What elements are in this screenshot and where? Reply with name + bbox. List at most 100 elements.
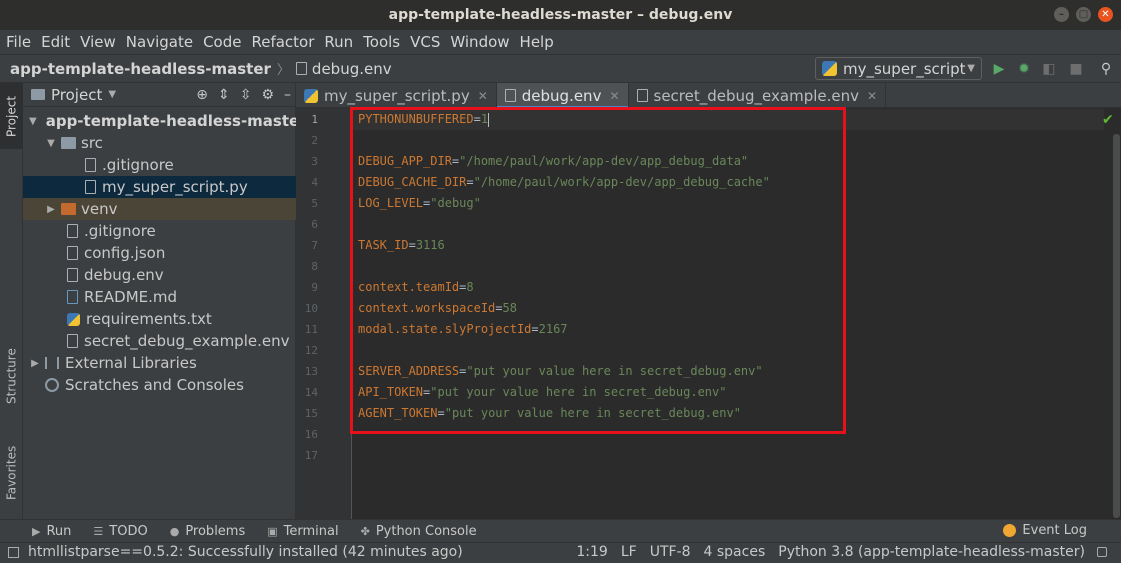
code-line[interactable]: context.workspaceId=58 — [358, 298, 517, 319]
event-log-button[interactable]: Event Log — [1003, 523, 1087, 538]
tree-item-requirements[interactable]: requirements.txt — [23, 308, 296, 330]
close-window-button[interactable]: ✕ — [1098, 7, 1113, 22]
code-line[interactable]: SERVER_ADDRESS="put your value here in s… — [358, 361, 763, 382]
tree-item-label: app-template-headless-master — [45, 112, 307, 130]
tree-item-src-gitignore[interactable]: .gitignore — [23, 154, 296, 176]
line-number: 5 — [311, 197, 318, 210]
code-line[interactable]: AGENT_TOKEN="put your value here in secr… — [358, 403, 741, 424]
tab-my-super-script[interactable]: my_super_script.py ✕ — [296, 83, 497, 108]
tree-item-readme[interactable]: README.md — [23, 286, 296, 308]
menu-tools[interactable]: Tools — [363, 33, 406, 51]
run-icon[interactable]: ▶ — [990, 60, 1008, 78]
tree-item-config-json[interactable]: config.json — [23, 242, 296, 264]
equals-sign: = — [466, 175, 474, 189]
gear-icon[interactable]: ⚙ — [261, 87, 274, 103]
tree-item-label: requirements.txt — [86, 310, 212, 328]
code-line[interactable]: DEBUG_APP_DIR="/home/paul/work/app-dev/a… — [358, 151, 748, 172]
run-tool-button[interactable]: ▶ Run — [32, 524, 71, 539]
tab-secret-debug-example[interactable]: secret_debug_example.env ✕ — [629, 83, 887, 108]
locate-file-icon[interactable]: ⊕ — [196, 87, 208, 103]
chevron-right-icon[interactable]: ▶ — [29, 358, 41, 369]
tree-item-secret-debug-example[interactable]: secret_debug_example.env — [23, 330, 296, 352]
code-editor[interactable]: PYTHONUNBUFFERED=1 DEBUG_APP_DIR="/home/… — [352, 108, 1104, 519]
code-line[interactable]: DEBUG_CACHE_DIR="/home/paul/work/app-dev… — [358, 172, 770, 193]
close-icon[interactable]: ✕ — [609, 89, 619, 103]
project-tool-tab[interactable]: Project — [0, 83, 23, 149]
line-number: 11 — [304, 323, 318, 336]
file-encoding[interactable]: UTF-8 — [650, 544, 691, 560]
menu-navigate[interactable]: Navigate — [126, 33, 199, 51]
hide-panel-icon[interactable]: – — [284, 87, 291, 103]
chevron-down-icon: ▼ — [967, 63, 975, 74]
tab-debug-env[interactable]: debug.env ✕ — [496, 83, 629, 109]
menu-refactor[interactable]: Refactor — [251, 33, 320, 51]
chevron-right-icon[interactable]: ▶ — [45, 204, 57, 215]
env-key: SERVER_ADDRESS — [358, 364, 460, 378]
toggle-tool-windows-icon[interactable] — [8, 546, 19, 558]
python-interpreter[interactable]: Python 3.8 (app-template-headless-master… — [778, 544, 1085, 560]
minimize-button[interactable]: – — [1054, 7, 1069, 22]
status-bar: htmllistparse==0.5.2: Successfully insta… — [0, 542, 1121, 563]
python-icon — [304, 88, 318, 103]
todo-tool-button[interactable]: ☰ TODO — [93, 524, 147, 539]
tree-item-my-super-script[interactable]: my_super_script.py — [23, 176, 296, 198]
env-value: "put your value here in secret_debug.env… — [444, 406, 741, 420]
project-view-select[interactable]: Project — [51, 86, 102, 104]
tree-item-gitignore[interactable]: .gitignore — [23, 220, 296, 242]
breadcrumb-file[interactable]: debug.env — [312, 60, 392, 78]
menu-file[interactable]: File — [6, 33, 37, 51]
debug-icon[interactable]: ✹ — [1015, 60, 1033, 78]
close-icon[interactable]: ✕ — [478, 89, 488, 103]
code-line[interactable]: LOG_LEVEL="debug" — [358, 193, 481, 214]
indent-setting[interactable]: 4 spaces — [704, 544, 766, 560]
checkmark-icon[interactable]: ✔ — [1102, 112, 1114, 128]
terminal-tool-button[interactable]: ▣ Terminal — [267, 524, 338, 539]
chevron-down-icon[interactable]: ▼ — [108, 89, 116, 100]
problems-tool-button[interactable]: ● Problems — [170, 524, 246, 539]
collapse-all-icon[interactable]: ⇳ — [240, 87, 252, 103]
menu-view[interactable]: View — [80, 33, 122, 51]
line-separator[interactable]: LF — [621, 544, 637, 560]
python-console-tool-button[interactable]: ✤ Python Console — [361, 524, 477, 539]
maximize-button[interactable]: □ — [1076, 7, 1091, 22]
lock-icon[interactable] — [1097, 547, 1107, 557]
menu-code[interactable]: Code — [203, 33, 247, 51]
tree-item-scratches[interactable]: Scratches and Consoles — [23, 374, 296, 396]
code-line[interactable]: context.teamId=8 — [358, 277, 474, 298]
search-icon[interactable]: ⚲ — [1097, 60, 1115, 78]
stop-icon[interactable]: ■ — [1067, 60, 1085, 78]
favorites-tool-tab[interactable]: Favorites — [0, 433, 23, 513]
line-number: 14 — [304, 386, 318, 399]
menu-edit[interactable]: Edit — [41, 33, 76, 51]
expand-all-icon[interactable]: ⇕ — [218, 87, 230, 103]
tree-item-debug-env[interactable]: debug.env — [23, 264, 296, 286]
favorites-tool-tab-label: Favorites — [4, 445, 19, 501]
tool-label: Run — [46, 523, 72, 539]
code-line[interactable]: modal.state.slyProjectId=2167 — [358, 319, 568, 340]
menu-help[interactable]: Help — [520, 33, 560, 51]
code-line[interactable]: TASK_ID=3116 — [358, 235, 445, 256]
tree-item-root[interactable]: ▼ app-template-headless-master — [23, 110, 307, 132]
structure-tool-tab[interactable]: Structure — [0, 341, 23, 411]
line-number: 12 — [304, 344, 318, 357]
tree-item-label: README.md — [84, 288, 178, 306]
breadcrumb-project[interactable]: app-template-headless-master — [10, 60, 271, 78]
tree-item-external-libraries[interactable]: ▶ External Libraries — [23, 352, 296, 374]
code-line[interactable]: API_TOKEN="put your value here in secret… — [358, 382, 726, 403]
code-line[interactable]: PYTHONUNBUFFERED=1 — [358, 109, 490, 130]
menu-vcs[interactable]: VCS — [410, 33, 446, 51]
menu-run[interactable]: Run — [324, 33, 359, 51]
chevron-down-icon[interactable]: ▼ — [45, 138, 57, 149]
run-with-coverage-icon[interactable]: ◧ — [1040, 60, 1058, 78]
chevron-down-icon[interactable]: ▼ — [29, 116, 37, 127]
tree-item-label: Scratches and Consoles — [65, 376, 244, 394]
tree-item-venv[interactable]: ▶ venv — [23, 198, 296, 220]
caret-position[interactable]: 1:19 — [576, 544, 607, 560]
env-value: 3116 — [415, 238, 445, 252]
tree-item-src[interactable]: ▼ src — [23, 132, 296, 154]
close-icon[interactable]: ✕ — [867, 89, 877, 103]
run-configuration-select[interactable]: my_super_script ▼ — [815, 57, 982, 80]
menu-window[interactable]: Window — [450, 33, 515, 51]
editor-scrollbar[interactable] — [1113, 134, 1120, 518]
status-message[interactable]: htmllistparse==0.5.2: Successfully insta… — [28, 544, 463, 560]
